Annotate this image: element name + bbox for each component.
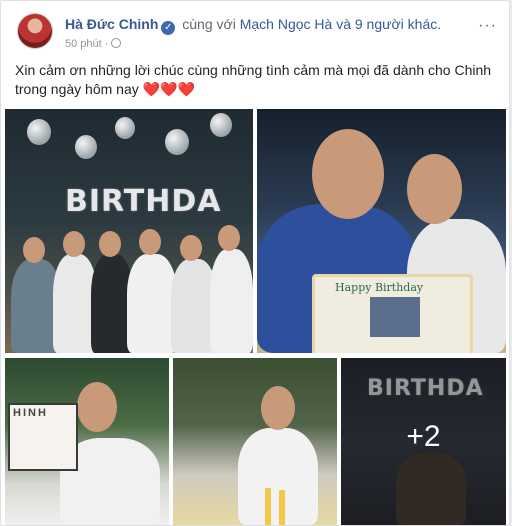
balloon [165, 129, 189, 155]
more-options-icon[interactable]: ··· [478, 17, 497, 35]
face [23, 237, 45, 263]
face [77, 382, 117, 432]
post-header: Hà Đức Chinh ✓ cùng với Mạch Ngọc Hà và 9… [15, 11, 501, 55]
birthday-cake: Happy Birthday [312, 274, 473, 353]
face [407, 154, 462, 224]
balloon [210, 113, 232, 137]
face [312, 129, 384, 219]
post-timestamp[interactable]: 50 phút [65, 38, 102, 50]
birthday-balloon-letters: BIRTHDA [65, 184, 222, 219]
author-name[interactable]: Hà Đức Chinh [65, 16, 158, 32]
post-title-line: Hà Đức Chinh ✓ cùng với Mạch Ngọc Hà và 9… [65, 16, 441, 35]
face [261, 386, 295, 430]
photo-group-party[interactable]: BIRTHDA [5, 109, 253, 353]
globe-icon[interactable] [111, 38, 122, 48]
post-card: Hà Đức Chinh ✓ cùng với Mạch Ngọc Hà và 9… [0, 0, 510, 526]
more-photos-count[interactable]: +2 [341, 420, 506, 454]
candle [265, 488, 271, 525]
post-meta: 50 phút · [65, 38, 122, 50]
candle [279, 490, 285, 525]
balloon [75, 135, 97, 159]
face [99, 231, 121, 257]
photo-holding-board[interactable]: HINH [5, 358, 169, 525]
post-text: Xin cảm ơn những lời chúc cùng những tìn… [15, 61, 495, 99]
cake-photo-print [370, 297, 420, 337]
face [218, 225, 240, 251]
person [238, 428, 318, 525]
photo-cake-closeup[interactable]: Happy Birthday [257, 109, 506, 353]
photo-more[interactable]: BIRTHDA +2 [341, 358, 506, 525]
photo-board: HINH [8, 403, 78, 471]
author-avatar[interactable] [17, 13, 53, 49]
others-link[interactable]: và 9 người khác. [336, 16, 441, 32]
tagged-person-link[interactable]: Mạch Ngọc Hà [240, 16, 333, 32]
cake-text: Happy Birthday [335, 281, 424, 294]
face [139, 229, 161, 255]
face [180, 235, 202, 261]
heart-emojis: ❤️❤️❤️ [142, 81, 195, 97]
balloon [115, 117, 135, 139]
person [210, 249, 253, 353]
balloon [27, 119, 51, 145]
post-message: Xin cảm ơn những lời chúc cùng những tìn… [15, 62, 492, 97]
face [63, 231, 85, 257]
photo-candles[interactable] [173, 358, 337, 525]
person [127, 254, 177, 353]
verified-badge-icon: ✓ [161, 21, 176, 35]
with-text: cùng với [182, 16, 236, 32]
board-title: HINH [13, 407, 48, 419]
